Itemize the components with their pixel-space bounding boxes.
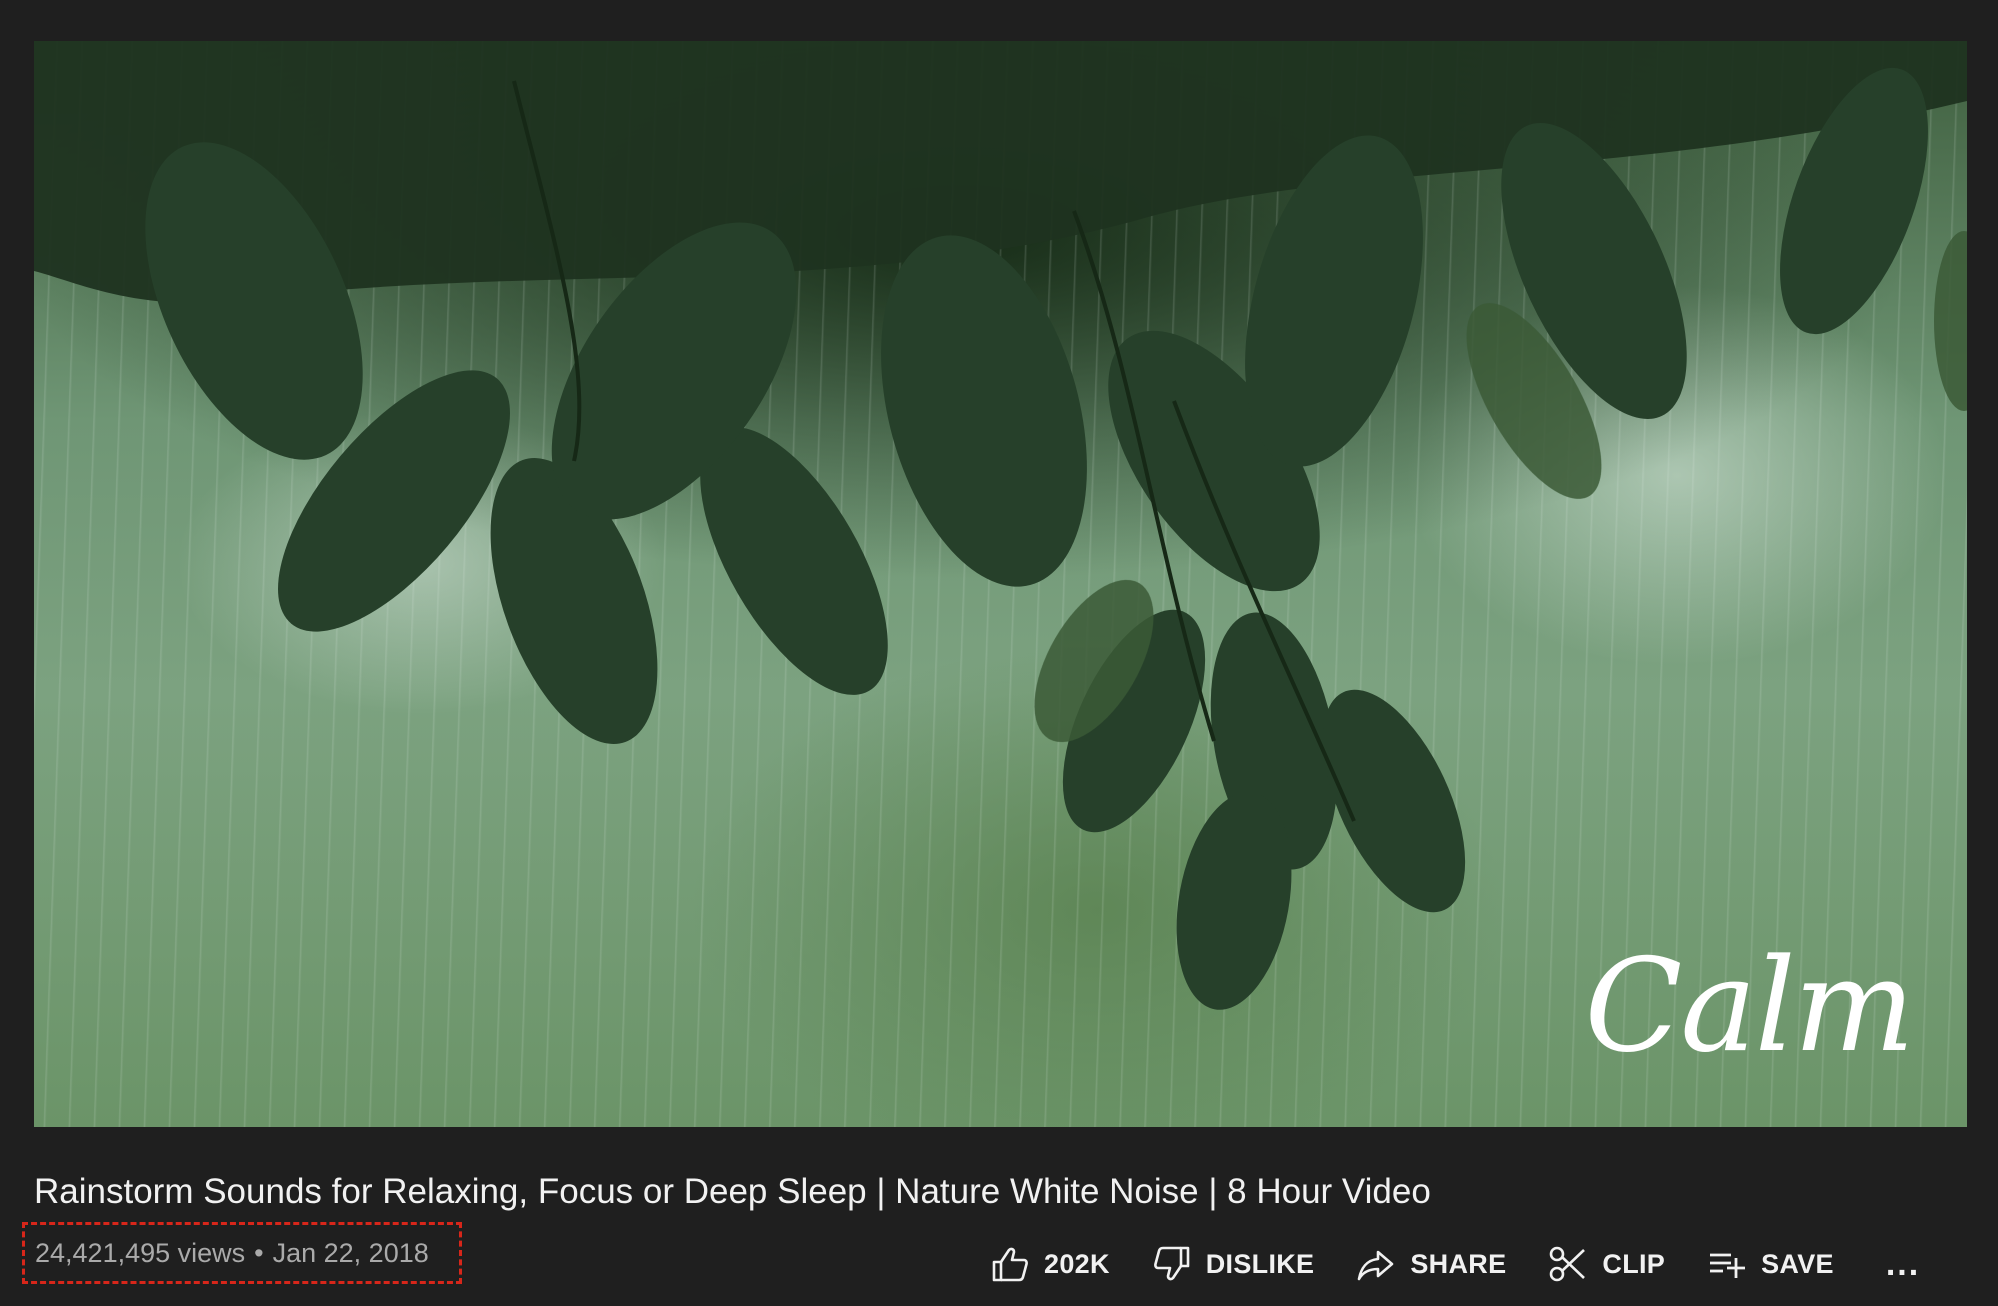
playlist-add-icon [1710,1253,1746,1278]
dislike-label: DISLIKE [1205,1248,1315,1279]
video-player[interactable]: Calm [34,41,1967,1127]
view-count: 24,421,495 views [35,1237,246,1268]
video-actions-bar: 202K DISLIKE SHARE CLIP SAVE ... [990,1236,1920,1292]
clip-button[interactable]: CLIP [1548,1244,1665,1284]
calm-logo: Calm [1584,932,1915,1081]
save-label: SAVE [1761,1248,1834,1279]
share-button[interactable]: SHARE [1356,1244,1506,1284]
scissors-icon [1550,1246,1586,1282]
like-button[interactable]: 202K [990,1244,1110,1284]
upload-date: Jan 22, 2018 [272,1237,429,1268]
share-label: SHARE [1410,1248,1507,1279]
clip-label: CLIP [1602,1248,1666,1279]
more-horizontal-icon[interactable]: ... [1886,1245,1920,1284]
video-meta-highlight: 24,421,495 views • Jan 22, 2018 [22,1222,462,1284]
video-title: Rainstorm Sounds for Relaxing, Focus or … [34,1172,1431,1211]
thumbs-down-icon [1153,1246,1190,1281]
share-arrow-icon [1358,1250,1394,1281]
dislike-button[interactable]: DISLIKE [1152,1244,1315,1284]
meta-separator: • [254,1237,264,1268]
like-count: 202K [1044,1248,1110,1279]
thumbs-up-icon [992,1247,1028,1282]
save-button[interactable]: SAVE [1707,1244,1834,1284]
